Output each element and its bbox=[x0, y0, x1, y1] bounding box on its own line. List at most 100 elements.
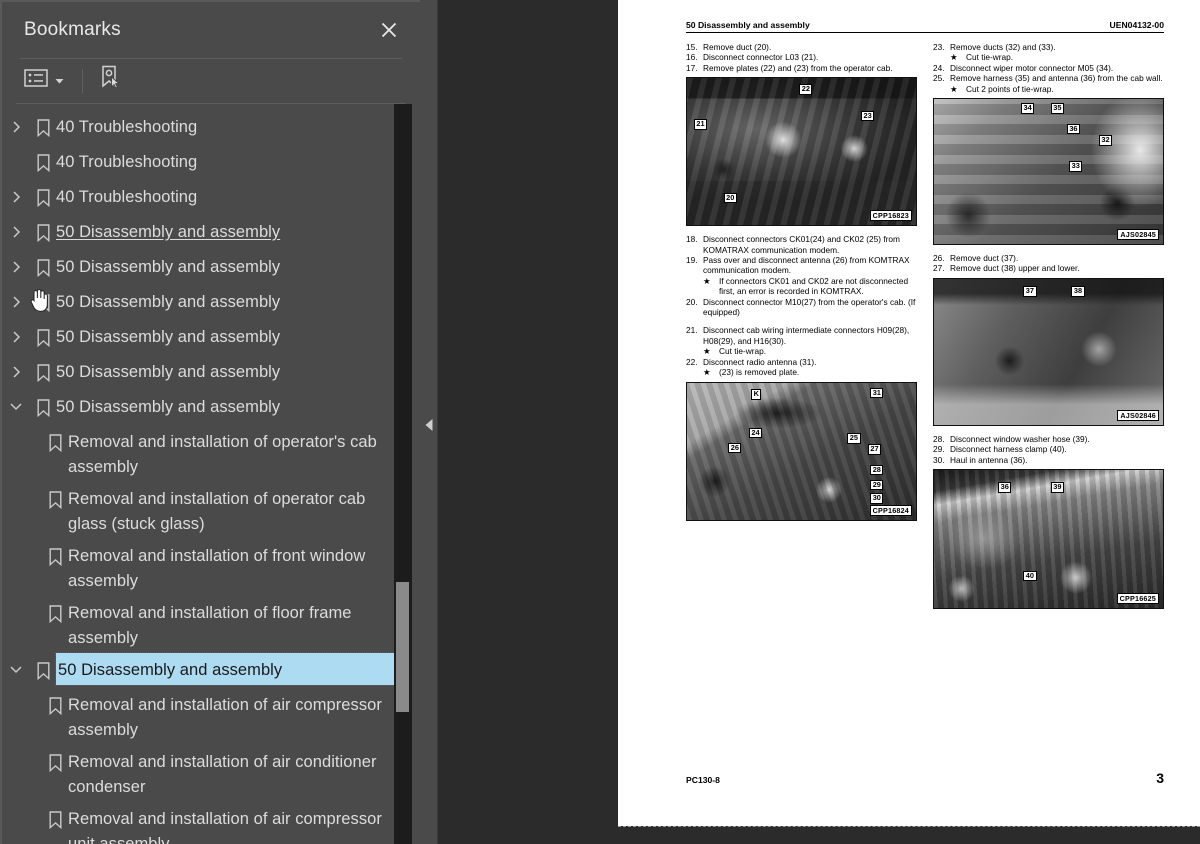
viewer-gutter bbox=[438, 0, 618, 844]
bookmark-item[interactable]: 50 Disassembly and assembly bbox=[2, 215, 420, 250]
figure-callout: 32 bbox=[1098, 135, 1113, 146]
figure-cpp16625: CPP16625 36 39 40 bbox=[933, 469, 1164, 610]
bookmark-item-label: 50 Disassembly and assembly bbox=[56, 257, 281, 276]
bookmark-icon bbox=[30, 250, 56, 285]
step-list-23-25: 23. Remove ducts (32) and (33). ★ Cut tie-w… bbox=[933, 42, 1164, 94]
chevron-right-icon[interactable] bbox=[2, 180, 30, 215]
document-viewer[interactable]: 50 Disassembly and assembly UEN04132-00 … bbox=[618, 0, 1200, 844]
page-header-right: UEN04132-00 bbox=[1109, 20, 1164, 30]
manual-step: 19. Pass over and disconnect antenna (26)… bbox=[686, 255, 917, 276]
step-number: 30. bbox=[933, 454, 945, 465]
figure-id: CPP16824 bbox=[869, 504, 912, 516]
figure-callout: 38 bbox=[1071, 286, 1085, 297]
bookmark-item[interactable]: Removal and installation of air conditio… bbox=[2, 745, 420, 802]
list-options-icon bbox=[24, 68, 48, 93]
step-number: 19. bbox=[686, 255, 698, 266]
manual-step: 26. Remove duct (37). bbox=[933, 253, 1164, 263]
figure-ajs02845: AJS02845 34 35 36 32 33 bbox=[933, 98, 1164, 246]
panel-splitter[interactable] bbox=[420, 0, 438, 844]
document-page: 50 Disassembly and assembly UEN04132-00 … bbox=[618, 0, 1200, 826]
figure-callout: 33 bbox=[1069, 161, 1083, 172]
manual-step: 22. Disconnect radio antenna (31). bbox=[686, 357, 917, 367]
bookmark-item-label: Removal and installation of operator cab… bbox=[68, 489, 366, 533]
bookmark-item[interactable]: 50 Disassembly and assembly bbox=[2, 320, 420, 355]
star-icon: ★ bbox=[703, 367, 711, 378]
figure-id: AJS02845 bbox=[1117, 229, 1159, 241]
bookmark-item[interactable]: Removal and installation of air compress… bbox=[2, 802, 420, 844]
bookmark-item[interactable]: 40 Troubleshooting bbox=[2, 110, 420, 145]
bookmarks-scrollbar-thumb[interactable] bbox=[396, 581, 409, 712]
figure-ajs02846: AJS02846 37 38 bbox=[933, 277, 1164, 426]
step-number: 18. bbox=[686, 234, 698, 245]
new-bookmark-button[interactable] bbox=[97, 61, 125, 100]
step-text: Disconnect harness clamp (40). bbox=[950, 444, 1067, 455]
bookmark-item[interactable]: Removal and installation of operator cab… bbox=[2, 482, 420, 539]
bookmark-icon bbox=[42, 688, 68, 723]
footer-page-number: 3 bbox=[1156, 770, 1164, 786]
bookmark-item-label: 50 Disassembly and assembly bbox=[56, 327, 281, 346]
bookmark-item[interactable]: Removal and installation of floor frame … bbox=[2, 596, 420, 653]
figure-callout: 31 bbox=[870, 387, 884, 399]
note-text: (23) is removed plate. bbox=[719, 367, 800, 378]
bookmark-icon bbox=[30, 285, 56, 320]
chevron-right-icon[interactable] bbox=[2, 320, 30, 355]
bookmark-item[interactable]: 50 Disassembly and assembly bbox=[2, 390, 420, 425]
bookmark-item[interactable]: Removal and installation of air compress… bbox=[2, 688, 420, 745]
bookmark-item[interactable]: 40 Troubleshooting bbox=[2, 145, 420, 180]
bookmarks-tree: 40 Troubleshooting 40 Troubleshooting 40 T… bbox=[2, 110, 420, 844]
pdf-reader-window: Bookmarks 40 Troubleshooting 40 Troubles… bbox=[0, 0, 1200, 844]
bookmark-item-label: Removal and installation of front window… bbox=[68, 546, 366, 590]
figure-callout: 36 bbox=[998, 482, 1012, 493]
manual-step: 24. Disconnect wiper motor connector M05 … bbox=[933, 63, 1164, 73]
figure-callout: 23 bbox=[861, 110, 875, 121]
step-number: 26. bbox=[933, 253, 945, 264]
bookmark-item-label: 40 Troubleshooting bbox=[56, 117, 198, 136]
bookmark-item[interactable]: 50 Disassembly and assembly bbox=[2, 355, 420, 390]
bookmarks-panel: Bookmarks 40 Troubleshooting 40 Troubles… bbox=[0, 0, 420, 844]
page-columns: 15. Remove duct (20). 16. Disconnect connec… bbox=[686, 42, 1164, 610]
manual-step: 28. Disconnect window washer hose (39). bbox=[933, 434, 1164, 444]
collapse-left-icon[interactable] bbox=[422, 410, 436, 440]
bookmark-item[interactable]: 50 Disassembly and assembly bbox=[2, 285, 420, 320]
bookmark-item[interactable]: 40 Troubleshooting bbox=[2, 180, 420, 215]
star-icon: ★ bbox=[703, 275, 711, 286]
chevron-right-icon[interactable] bbox=[2, 215, 30, 250]
manual-step: 17. Remove plates (22) and (23) from the … bbox=[686, 63, 917, 73]
bookmark-item[interactable]: Removal and installation of operator's c… bbox=[2, 425, 420, 482]
bookmark-icon bbox=[30, 110, 56, 145]
bookmarks-tree-container: 40 Troubleshooting 40 Troubleshooting 40 T… bbox=[2, 103, 420, 844]
chevron-right-icon[interactable] bbox=[2, 110, 30, 145]
bookmark-item[interactable]: 50 Disassembly and assembly bbox=[2, 651, 420, 688]
page-separator bbox=[618, 826, 1200, 828]
step-list-18-20: 18. Disconnect connectors CK01(24) and CK… bbox=[686, 234, 917, 317]
bookmarks-scrollbar[interactable] bbox=[394, 103, 412, 844]
bookmark-icon bbox=[42, 802, 68, 837]
chevron-right-icon[interactable] bbox=[2, 250, 30, 285]
close-icon[interactable] bbox=[374, 15, 404, 45]
manual-step: 25. Remove harness (35) and antenna (36) … bbox=[933, 73, 1164, 83]
bookmark-icon bbox=[42, 539, 68, 574]
bookmark-item-label: Removal and installation of operator's c… bbox=[68, 432, 377, 476]
step-text: Remove ducts (32) and (33). bbox=[950, 42, 1056, 52]
chevron-right-icon[interactable] bbox=[2, 285, 30, 320]
figure-callout: 39 bbox=[1050, 482, 1065, 493]
figure-id: AJS02846 bbox=[1117, 409, 1159, 421]
list-options-button[interactable] bbox=[22, 64, 66, 97]
bookmark-item[interactable]: Removal and installation of front window… bbox=[2, 539, 420, 596]
bookmark-icon bbox=[42, 425, 68, 460]
note-text: Cut tie-wrap. bbox=[719, 346, 767, 357]
manual-step: 18. Disconnect connectors CK01(24) and CK… bbox=[686, 234, 917, 255]
chevron-down-icon[interactable] bbox=[2, 390, 30, 425]
bookmark-icon bbox=[30, 320, 56, 355]
step-text: Remove duct (20). bbox=[703, 42, 772, 52]
chevron-down-icon[interactable] bbox=[2, 653, 30, 688]
bookmark-item-label: 50 Disassembly and assembly bbox=[55, 651, 395, 686]
step-number: 24. bbox=[933, 62, 945, 73]
bookmark-item-label: 40 Troubleshooting bbox=[56, 152, 198, 171]
step-number: 15. bbox=[686, 42, 698, 52]
bookmark-item[interactable]: 50 Disassembly and assembly bbox=[2, 250, 420, 285]
bookmark-item-label: 40 Troubleshooting bbox=[56, 187, 198, 206]
toolbar-separator bbox=[82, 68, 83, 93]
manual-step: 20. Disconnect connector M10(27) from the… bbox=[686, 297, 917, 318]
chevron-right-icon[interactable] bbox=[2, 355, 30, 390]
